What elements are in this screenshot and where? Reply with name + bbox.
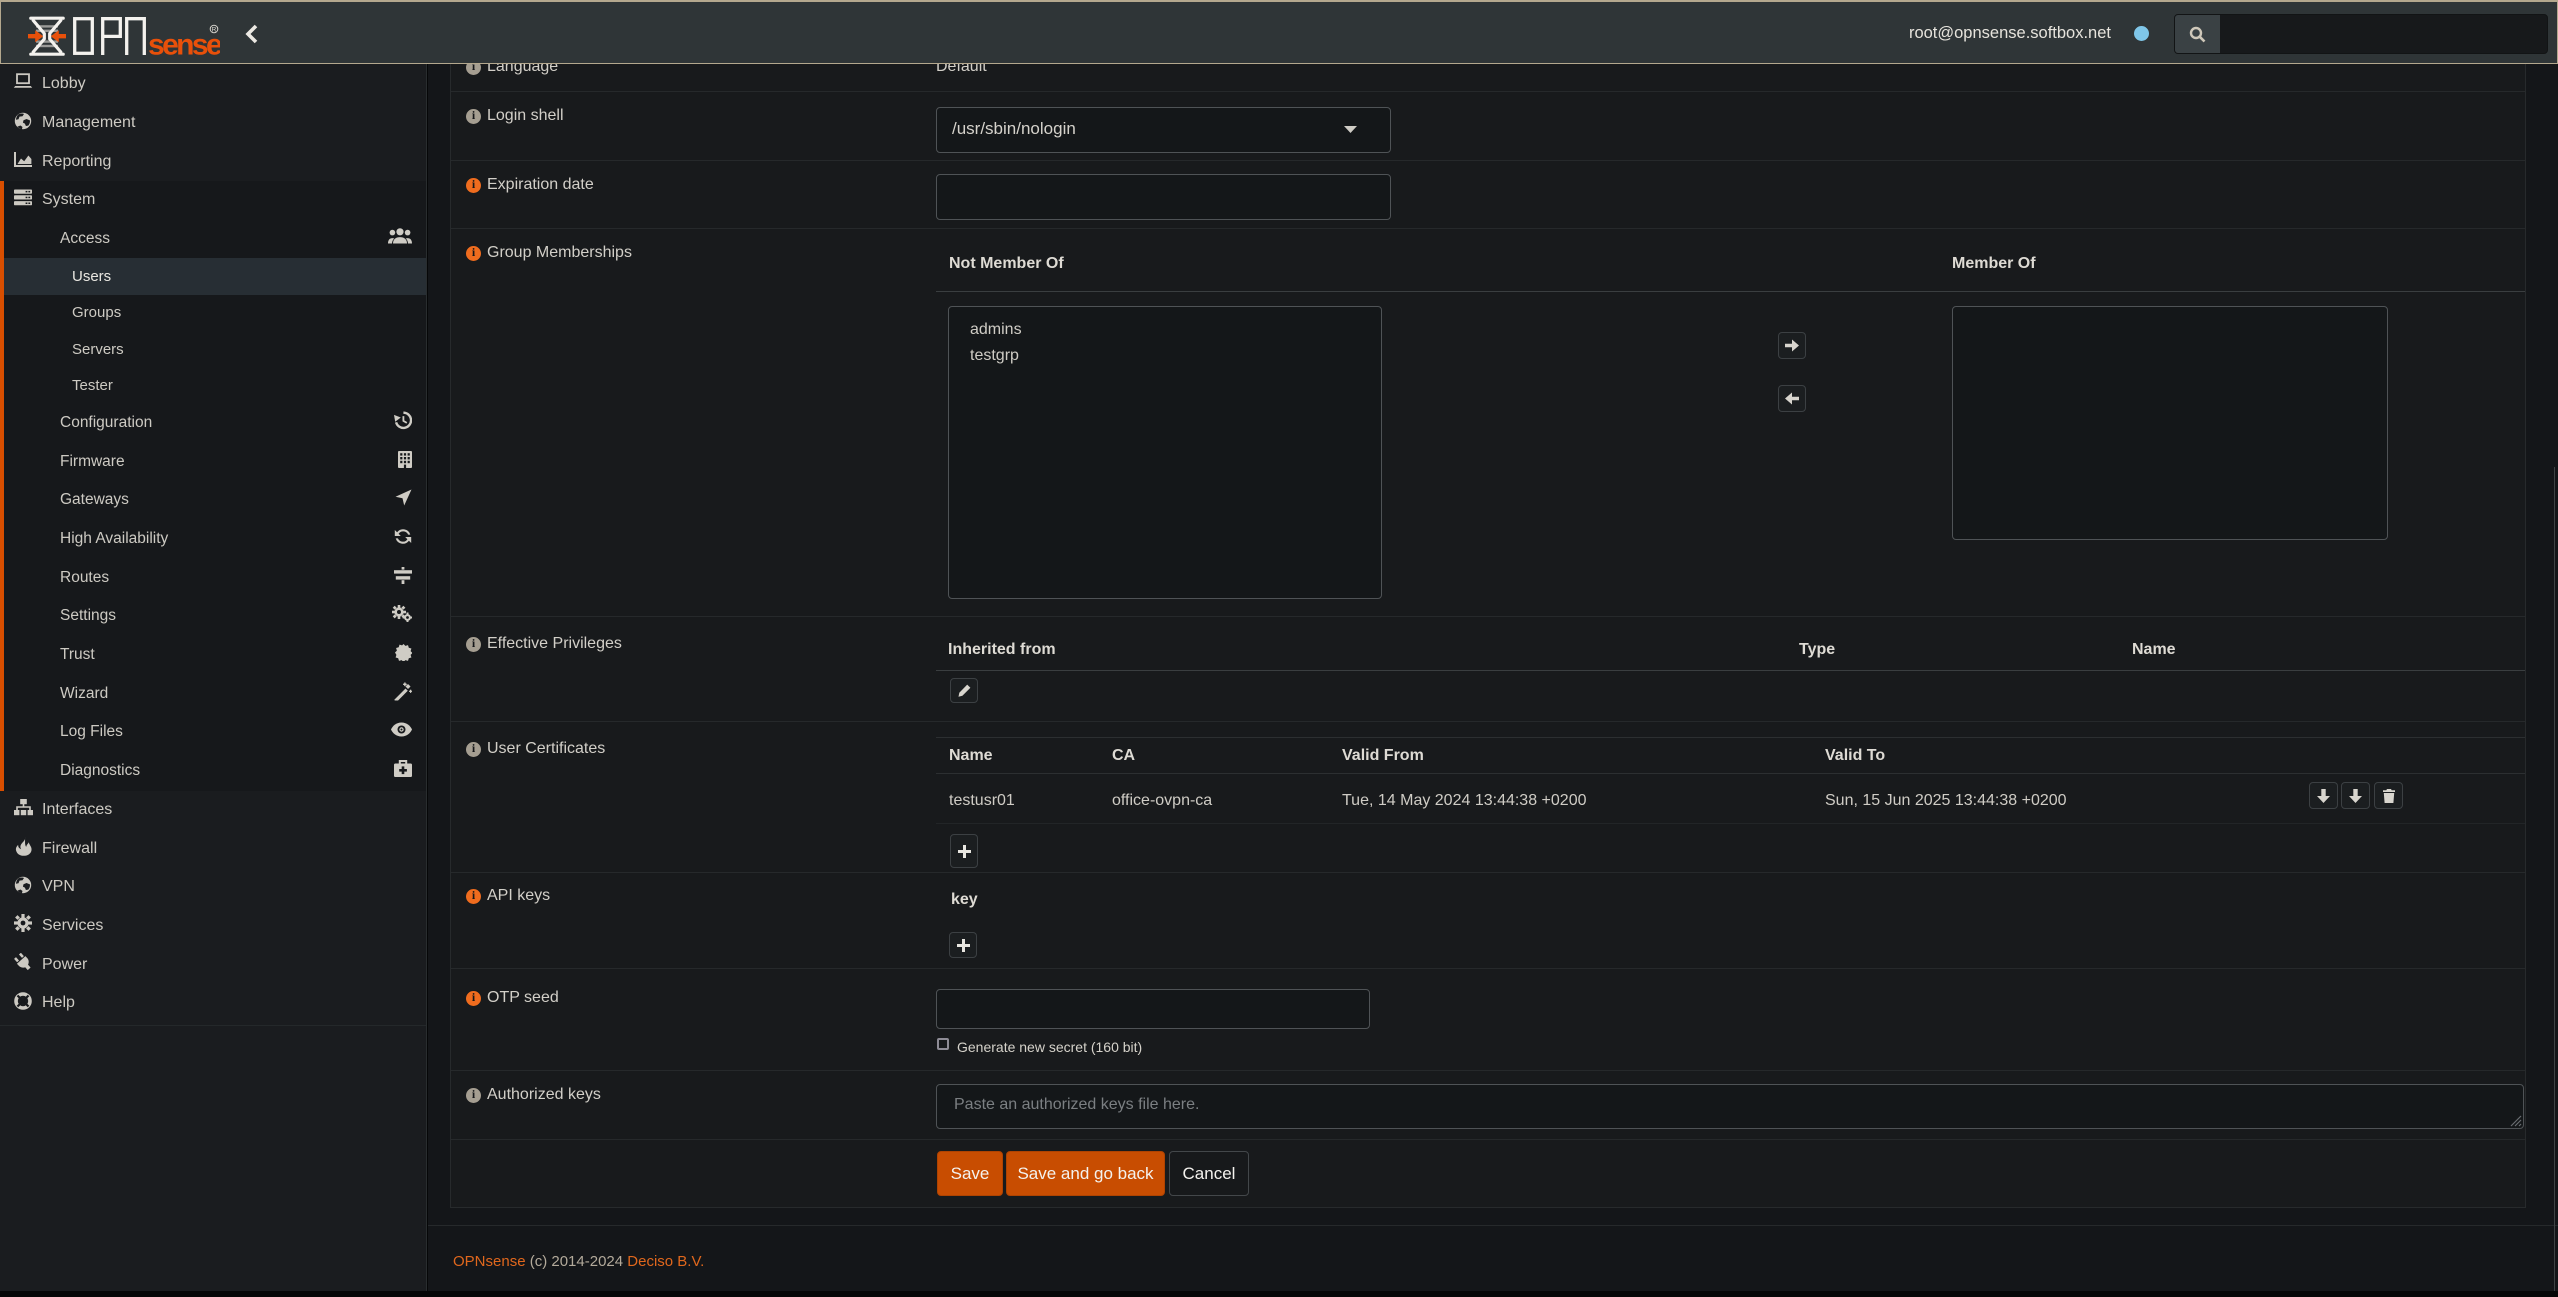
svg-text:R: R	[212, 26, 217, 33]
svg-text:sense: sense	[148, 29, 220, 59]
